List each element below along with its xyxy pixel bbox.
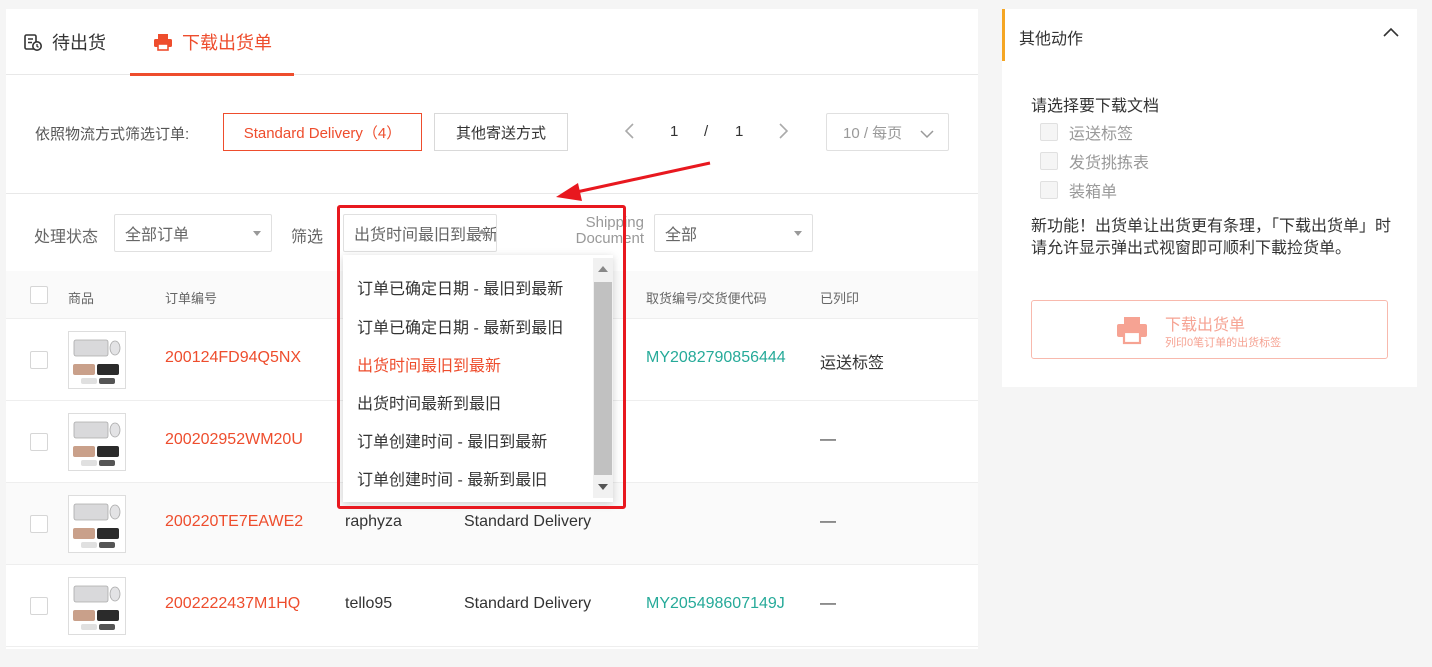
buyer-name: tello95 [345, 595, 393, 612]
checkbox-label: 发货挑拣表 [1069, 155, 1150, 172]
order-id-link[interactable]: 200220TE7EAWE2 [165, 513, 303, 531]
order-id-link[interactable]: 200202952WM20U [165, 431, 303, 449]
printer-icon [152, 31, 174, 53]
printed-status: — [820, 595, 836, 612]
chevron-down-icon [920, 126, 934, 143]
tab-label: 待出货 [52, 33, 106, 53]
sort-option[interactable]: 订单已确定日期 - 最旧到最新 [357, 275, 563, 299]
printed-status: — [820, 513, 836, 530]
download-button-sub: 列印0笔订单的出货标签 [1165, 337, 1282, 349]
printed-status: — [820, 431, 836, 448]
sort-value: 出货时间最旧到最新 [354, 227, 497, 244]
product-thumbnail [68, 331, 126, 389]
package-list-icon [22, 31, 44, 53]
checkbox[interactable] [1040, 123, 1058, 141]
tab-download-shipping-list[interactable]: 下载出货单 [130, 9, 294, 76]
checkbox-label: 装箱单 [1069, 184, 1118, 201]
page-size-value: 10 / 每页 [843, 124, 903, 142]
header-printed: 已列印 [820, 291, 860, 306]
tab-bar: 待出货 下载出货单 [6, 9, 978, 76]
current-page: 1 [670, 123, 679, 140]
sort-option[interactable]: 出货时间最新到最旧 [357, 390, 501, 414]
product-thumbnail [68, 495, 126, 553]
row-checkbox[interactable] [30, 597, 48, 615]
printer-icon [1116, 315, 1148, 350]
sort-option[interactable]: 订单创建时间 - 最新到最旧 [357, 466, 547, 490]
checkbox-packing-slip[interactable]: 装箱单 [1040, 178, 1117, 202]
caret-down-icon [253, 231, 261, 236]
status-value: 全部订单 [125, 227, 190, 244]
sort-option[interactable]: 订单创建时间 - 最旧到最新 [357, 428, 547, 452]
shipping-method: Standard Delivery [464, 595, 592, 612]
panel-header: 其他动作 [1002, 9, 1417, 61]
status-label: 处理状态 [34, 229, 99, 246]
row-checkbox[interactable] [30, 433, 48, 451]
order-id-link[interactable]: 2002222437M1HQ [165, 595, 300, 613]
feature-description: 新功能！出货单让出货更有条理，「下载出货单」时请允许显示弹出式视窗即可顺利下載捡… [1031, 218, 1392, 257]
dropdown-scrollbar[interactable] [593, 258, 613, 498]
other-methods-button[interactable]: 其他寄送方式 [434, 113, 568, 151]
download-shipping-list-button[interactable]: 下载出货单 列印0笔订单的出货标签 [1031, 300, 1388, 359]
order-id-link[interactable]: 200124FD94Q5NX [165, 349, 301, 367]
total-pages: 1 [735, 123, 744, 140]
row-checkbox[interactable] [30, 515, 48, 533]
shipping-document-label: Shipping Document [575, 214, 644, 247]
standard-delivery-button[interactable]: Standard Delivery（4） [223, 113, 422, 151]
caret-up-icon [478, 229, 486, 234]
product-thumbnail [68, 413, 126, 471]
product-thumbnail [68, 577, 126, 635]
shipping-document-value: 全部 [665, 227, 698, 244]
checkbox-label: 运送标签 [1069, 126, 1134, 143]
tracking-number: MY205498607149J [646, 595, 785, 612]
checkbox-picking-list[interactable]: 发货挑拣表 [1040, 149, 1149, 173]
next-page-icon[interactable] [776, 121, 796, 143]
page-size-select[interactable]: 10 / 每页 [826, 113, 949, 151]
status-select[interactable]: 全部订单 [114, 214, 272, 252]
tracking-number: MY2082790856444 [646, 349, 786, 366]
shipping-document-select[interactable]: 全部 [654, 214, 813, 252]
document-select-label: 请选择要下载文档 [1031, 98, 1160, 115]
row-checkbox[interactable] [30, 351, 48, 369]
header-tracking: 取货编号/交货便代码 [646, 291, 767, 306]
table-row: 2002222437M1HQ tello95 Standard Delivery… [6, 565, 978, 647]
prev-page-icon[interactable] [623, 121, 643, 143]
sort-dropdown-menu: 订单已确定日期 - 最旧到最新 订单已确定日期 - 最新到最旧 出货时间最旧到最… [343, 255, 613, 502]
panel-title: 其他动作 [1019, 31, 1084, 48]
select-all-checkbox[interactable] [30, 286, 48, 304]
logistics-filter-label: 依照物流方式筛选订单: [35, 126, 190, 143]
shipping-method: Standard Delivery [464, 513, 592, 530]
page-separator: / [704, 123, 709, 140]
sort-option-selected[interactable]: 出货时间最旧到最新 [357, 352, 501, 376]
chevron-up-icon[interactable] [1381, 23, 1401, 43]
printed-status: 运送标签 [820, 355, 885, 372]
scroll-up-icon[interactable] [598, 266, 608, 272]
tab-label: 下载出货单 [182, 33, 272, 53]
sort-select[interactable]: 出货时间最旧到最新 [343, 214, 497, 252]
download-button-label: 下载出货单 [1165, 317, 1246, 334]
header-order-id: 订单编号 [165, 291, 218, 306]
checkbox[interactable] [1040, 181, 1058, 199]
buyer-name: raphyza [345, 513, 402, 530]
sort-option[interactable]: 订单已确定日期 - 最新到最旧 [357, 314, 563, 338]
caret-down-icon [794, 231, 802, 236]
scrollbar-thumb[interactable] [594, 282, 612, 475]
sort-label: 筛选 [291, 229, 324, 246]
divider [6, 193, 978, 194]
checkbox[interactable] [1040, 152, 1058, 170]
header-product: 商品 [68, 291, 95, 306]
scroll-down-icon[interactable] [598, 484, 608, 490]
other-actions-panel: 其他动作 请选择要下载文档 运送标签 发货挑拣表 装箱单 新功能！出货单让出货更… [1002, 9, 1417, 387]
checkbox-shipping-label[interactable]: 运送标签 [1040, 120, 1133, 144]
tab-to-ship[interactable]: 待出货 [22, 9, 106, 75]
